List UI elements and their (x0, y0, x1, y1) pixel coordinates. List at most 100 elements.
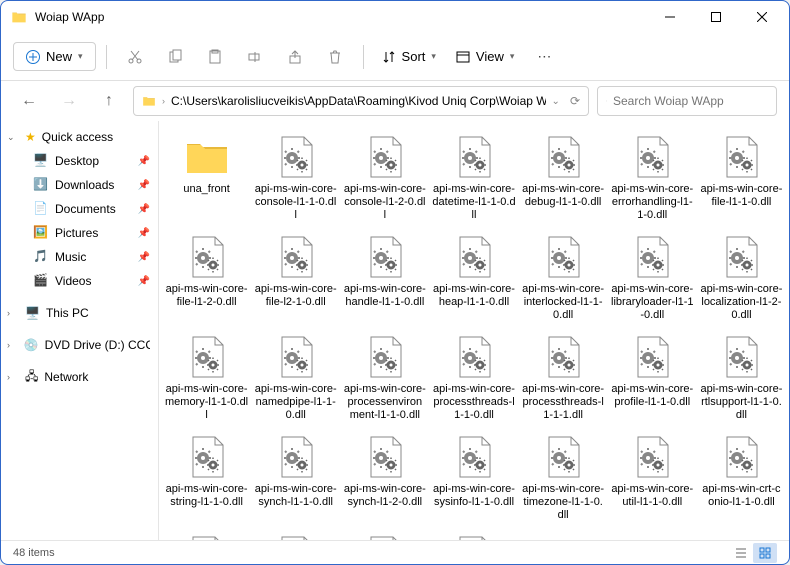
forward-button[interactable]: → (53, 85, 85, 117)
file-name: api-ms-win-core-timezone-l1-1-0.dll (522, 483, 605, 523)
sidebar: ⌄ ★ Quick access 🖥️Desktop📌⬇️Downloads📌📄… (1, 121, 159, 540)
details-view-button[interactable] (729, 543, 753, 563)
maximize-button[interactable] (693, 1, 739, 33)
file-name: api-ms-win-core-libraryloader-l1-1-0.dll (611, 283, 694, 323)
file-item[interactable]: api-ms-win-core-interlocked-l1-1-0.dll (520, 229, 607, 327)
dll-icon (361, 433, 409, 481)
file-name: api-ms-win-core-namedpipe-l1-1-0.dll (254, 383, 337, 423)
sidebar-item[interactable]: 🎬Videos📌 (1, 269, 158, 293)
file-item[interactable]: api-ms-win-crt-environment-l1-1-0.dll (252, 529, 339, 540)
statusbar: 48 items (1, 540, 789, 564)
file-name: api-ms-win-core-memory-l1-1-0.dll (165, 383, 248, 423)
file-item[interactable]: api-ms-win-core-datetime-l1-1-0.dll (430, 129, 517, 227)
sidebar-item[interactable]: 📄Documents📌 (1, 197, 158, 221)
file-item[interactable]: api-ms-win-core-handle-l1-1-0.dll (341, 229, 428, 327)
new-button[interactable]: New ▾ (13, 42, 96, 71)
icons-view-button[interactable] (753, 543, 777, 563)
file-item[interactable]: api-ms-win-crt-convert-l1-1-0.dll (163, 529, 250, 540)
up-button[interactable]: ↑ (93, 85, 125, 117)
file-item[interactable]: api-ms-win-core-util-l1-1-0.dll (609, 429, 696, 527)
sidebar-item[interactable]: 🖥️Desktop📌 (1, 149, 158, 173)
file-item[interactable]: api-ms-win-core-console-l1-1-0.dll (252, 129, 339, 227)
sidebar-this-pc[interactable]: › 🖥️ This PC (1, 301, 158, 325)
sidebar-item[interactable]: 🖼️Pictures📌 (1, 221, 158, 245)
file-item[interactable]: api-ms-win-core-profile-l1-1-0.dll (609, 329, 696, 427)
file-item[interactable]: api-ms-win-core-synch-l1-2-0.dll (341, 429, 428, 527)
item-icon: ⬇️ (33, 177, 49, 193)
file-item[interactable]: api-ms-win-core-libraryloader-l1-1-0.dll (609, 229, 696, 327)
delete-button[interactable] (317, 39, 353, 75)
sort-icon (382, 50, 396, 64)
file-item[interactable]: api-ms-win-core-heap-l1-1-0.dll (430, 229, 517, 327)
sidebar-item[interactable]: ⬇️Downloads📌 (1, 173, 158, 197)
view-dropdown[interactable]: View ▾ (448, 43, 522, 70)
cut-button[interactable] (117, 39, 153, 75)
item-icon: 🎬 (33, 273, 49, 289)
file-item[interactable]: api-ms-win-core-string-l1-1-0.dll (163, 429, 250, 527)
pin-icon: 📌 (138, 204, 150, 215)
file-item[interactable]: api-ms-win-core-synch-l1-1-0.dll (252, 429, 339, 527)
dll-icon (361, 333, 409, 381)
dll-icon (272, 133, 320, 181)
file-item[interactable]: api-ms-win-core-console-l1-2-0.dll (341, 129, 428, 227)
file-item[interactable]: api-ms-win-core-file-l1-2-0.dll (163, 229, 250, 327)
dll-icon (717, 333, 765, 381)
address-input[interactable]: › ⌄ ⟳ (133, 86, 589, 116)
dll-icon (450, 233, 498, 281)
path-text[interactable] (171, 94, 546, 108)
file-item[interactable]: api-ms-win-core-localization-l1-2-0.dll (698, 229, 785, 327)
pc-icon: 🖥️ (25, 306, 40, 320)
copy-button[interactable] (157, 39, 193, 75)
file-item[interactable]: api-ms-win-core-rtlsupport-l1-1-0.dll (698, 329, 785, 427)
search-box[interactable] (597, 86, 777, 116)
file-name: api-ms-win-core-util-l1-1-0.dll (611, 483, 694, 523)
file-item[interactable]: api-ms-win-core-errorhandling-l1-1-0.dll (609, 129, 696, 227)
sidebar-network[interactable]: › 🖧 Network (1, 365, 158, 389)
minimize-button[interactable] (647, 1, 693, 33)
window-title: Woiap WApp (35, 10, 647, 24)
folder-item[interactable]: una_front (163, 129, 250, 227)
sort-dropdown[interactable]: Sort ▾ (374, 43, 444, 70)
file-item[interactable]: api-ms-win-core-sysinfo-l1-1-0.dll (430, 429, 517, 527)
file-item[interactable]: api-ms-win-core-debug-l1-1-0.dll (520, 129, 607, 227)
view-label: View (476, 49, 504, 64)
rename-button[interactable] (237, 39, 273, 75)
more-button[interactable]: ⋯ (526, 39, 562, 75)
refresh-icon[interactable]: ⟳ (570, 94, 580, 108)
file-item[interactable]: api-ms-win-core-file-l2-1-0.dll (252, 229, 339, 327)
dll-icon (450, 333, 498, 381)
close-button[interactable] (739, 1, 785, 33)
file-pane[interactable]: una_frontapi-ms-win-core-console-l1-1-0.… (159, 121, 789, 540)
sidebar-dvd[interactable]: › 💿 DVD Drive (D:) CCCC (1, 333, 158, 357)
file-name: api-ms-win-crt-conio-l1-1-0.dll (700, 483, 783, 523)
file-item[interactable]: api-ms-win-crt-filesystem-l1-1-0.dll (341, 529, 428, 540)
file-item[interactable]: avcodec-60.dll (430, 529, 517, 540)
file-name: api-ms-win-core-processthreads-l1-1-1.dl… (522, 383, 605, 423)
file-item[interactable]: api-ms-win-core-processthreads-l1-1-1.dl… (520, 329, 607, 427)
dll-icon (539, 333, 587, 381)
sidebar-quick-access[interactable]: ⌄ ★ Quick access (1, 125, 158, 149)
pin-icon: 📌 (138, 228, 150, 239)
back-button[interactable]: ← (13, 85, 45, 117)
share-button[interactable] (277, 39, 313, 75)
file-name: api-ms-win-core-processthreads-l1-1-0.dl… (432, 383, 515, 423)
network-icon: 🖧 (25, 367, 38, 388)
file-item[interactable]: api-ms-win-core-processenvironment-l1-1-… (341, 329, 428, 427)
sidebar-item[interactable]: 🎵Music📌 (1, 245, 158, 269)
view-icon (456, 50, 470, 64)
dll-icon (628, 433, 676, 481)
chevron-down-icon[interactable]: ⌄ (552, 96, 560, 107)
file-item[interactable]: api-ms-win-core-namedpipe-l1-1-0.dll (252, 329, 339, 427)
paste-button[interactable] (197, 39, 233, 75)
file-item[interactable]: api-ms-win-core-memory-l1-1-0.dll (163, 329, 250, 427)
dll-icon (272, 333, 320, 381)
sidebar-item-label: DVD Drive (D:) CCCC (45, 338, 150, 352)
search-input[interactable] (613, 94, 768, 108)
file-item[interactable]: api-ms-win-core-file-l1-1-0.dll (698, 129, 785, 227)
file-item[interactable]: api-ms-win-core-processthreads-l1-1-0.dl… (430, 329, 517, 427)
file-item[interactable]: api-ms-win-crt-conio-l1-1-0.dll (698, 429, 785, 527)
dll-icon (183, 433, 231, 481)
new-label: New (46, 49, 72, 64)
chevron-right-icon: › (7, 308, 19, 318)
file-item[interactable]: api-ms-win-core-timezone-l1-1-0.dll (520, 429, 607, 527)
